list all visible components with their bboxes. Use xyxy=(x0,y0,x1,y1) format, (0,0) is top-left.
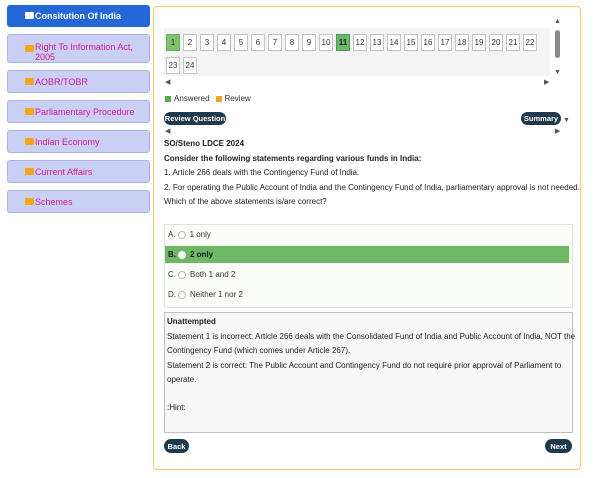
sidebar-item-label: Consitution Of India xyxy=(35,11,121,21)
option-a[interactable]: A. 1 only xyxy=(165,226,569,243)
sidebar-item-economy[interactable]: Indian Economy xyxy=(7,130,150,153)
book-icon xyxy=(25,77,34,85)
book-icon xyxy=(25,197,34,205)
answered-legend-swatch xyxy=(165,95,171,102)
book-icon xyxy=(25,12,34,19)
question-number-16[interactable]: 16 xyxy=(421,34,435,51)
statement-2: 2. For operating the Public Account of I… xyxy=(164,183,580,192)
explanation-line: operate. xyxy=(167,375,197,384)
radio-button[interactable] xyxy=(178,290,186,299)
scroll-up-icon[interactable]: ▲ xyxy=(554,18,561,25)
scroll-left-icon[interactable]: ◀ xyxy=(165,127,170,135)
review-legend-label: Review xyxy=(224,94,251,103)
sidebar-item-schemes[interactable]: Schemes xyxy=(7,190,150,213)
back-button[interactable]: Back xyxy=(164,439,189,453)
sidebar-item-current-affairs[interactable]: Current Affairs xyxy=(7,160,150,183)
question-number-21[interactable]: 21 xyxy=(506,34,520,51)
question-number-12[interactable]: 12 xyxy=(353,34,367,51)
option-letter: B. xyxy=(168,250,176,259)
question-number-10[interactable]: 10 xyxy=(319,34,333,51)
question-stem: Consider the following statements regard… xyxy=(164,154,422,163)
scroll-left-icon[interactable]: ◀ xyxy=(165,78,170,86)
question-number-22[interactable]: 22 xyxy=(523,34,537,51)
question-number-11[interactable]: 11 xyxy=(336,34,350,51)
sidebar-item-rti[interactable]: Right To Information Act, 2005 xyxy=(7,34,150,63)
option-text: Neither 1 nor 2 xyxy=(190,290,243,299)
question-number-14[interactable]: 14 xyxy=(387,34,401,51)
question-number-17[interactable]: 17 xyxy=(438,34,452,51)
option-letter: D. xyxy=(168,290,176,299)
question-number-19[interactable]: 19 xyxy=(472,34,486,51)
question-prompt: Which of the above statements is/are cor… xyxy=(164,197,327,206)
review-question-button[interactable]: Review Question xyxy=(164,112,226,125)
scroll-right-icon[interactable]: ▶ xyxy=(544,78,549,86)
radio-button[interactable] xyxy=(178,270,186,279)
book-icon xyxy=(25,107,34,115)
question-number-23[interactable]: 23 xyxy=(166,57,180,74)
scroll-down-icon[interactable]: ▼ xyxy=(563,117,570,124)
hint-text: :Hint: xyxy=(167,403,186,412)
option-text: Both 1 and 2 xyxy=(190,270,236,279)
sidebar-item-label: Right To Information Act, 2005 xyxy=(35,42,133,62)
sidebar-item-constitution[interactable]: Consitution Of India xyxy=(7,5,150,27)
radio-button[interactable] xyxy=(177,230,186,239)
statement-1: 1. Article 266 deals with the Contingenc… xyxy=(164,168,360,177)
summary-button[interactable]: Summary xyxy=(521,112,561,125)
sidebar-item-label: Indian Economy xyxy=(35,136,100,147)
option-letter: C. xyxy=(168,270,176,279)
sidebar-item-aobr[interactable]: AOBR/TOBR xyxy=(7,70,150,93)
sidebar: Consitution Of India Right To Informatio… xyxy=(0,0,152,478)
next-button[interactable]: Next xyxy=(545,439,572,453)
sidebar-item-label: Schemes xyxy=(35,196,73,207)
question-number-9[interactable]: 9 xyxy=(302,34,316,51)
scroll-down-icon[interactable]: ▼ xyxy=(554,69,561,76)
option-b[interactable]: B. 2 only xyxy=(165,246,569,263)
question-number-2[interactable]: 2 xyxy=(183,34,197,51)
sidebar-item-label: AOBR/TOBR xyxy=(35,76,88,87)
explanation-line: Statement 2 is correct: The Public Accou… xyxy=(167,361,562,370)
palette-vertical-scrollbar[interactable]: ▲ ▼ xyxy=(553,18,563,78)
question-number-1[interactable]: 1 xyxy=(166,34,180,51)
option-text: 1 only xyxy=(189,230,211,239)
question-number-3[interactable]: 3 xyxy=(200,34,214,51)
question-number-20[interactable]: 20 xyxy=(489,34,503,51)
book-icon xyxy=(25,167,34,175)
question-number-13[interactable]: 13 xyxy=(370,34,384,51)
question-number-18[interactable]: 18 xyxy=(455,34,469,51)
sidebar-item-label: Current Affairs xyxy=(35,166,93,177)
review-legend-swatch xyxy=(215,95,222,102)
question-number-4[interactable]: 4 xyxy=(217,34,231,51)
question-number-6[interactable]: 6 xyxy=(251,34,265,51)
sidebar-item-label: Parliamentary Procedure xyxy=(35,106,135,117)
explanation-box xyxy=(164,312,573,433)
radio-button[interactable] xyxy=(178,250,186,259)
question-number-7[interactable]: 7 xyxy=(268,34,282,51)
option-letter: A. xyxy=(168,230,176,239)
option-text: 2 only xyxy=(190,250,214,259)
book-icon xyxy=(25,45,34,52)
explanation-line: Statement 1 is incorrect: Article 266 de… xyxy=(167,332,576,341)
explanation-line: Contingency Fund (which comes under Arti… xyxy=(167,346,351,355)
option-d[interactable]: D. Neither 1 nor 2 xyxy=(165,286,569,303)
scroll-right-icon[interactable]: ▶ xyxy=(555,127,560,135)
exam-name: SO/Steno LDCE 2024 xyxy=(164,139,245,148)
question-number-24[interactable]: 24 xyxy=(183,57,197,74)
question-number-5[interactable]: 5 xyxy=(234,34,248,51)
book-icon xyxy=(25,137,34,145)
scrollbar-thumb[interactable] xyxy=(555,30,560,58)
attempt-status: Unattempted xyxy=(167,317,216,326)
question-number-8[interactable]: 8 xyxy=(285,34,299,51)
sidebar-item-parliamentary[interactable]: Parliamentary Procedure xyxy=(7,100,150,123)
palette-legend: Answered Review xyxy=(165,94,251,103)
option-c[interactable]: C. Both 1 and 2 xyxy=(165,266,569,283)
answered-legend-label: Answered xyxy=(174,94,210,103)
question-number-15[interactable]: 15 xyxy=(404,34,418,51)
